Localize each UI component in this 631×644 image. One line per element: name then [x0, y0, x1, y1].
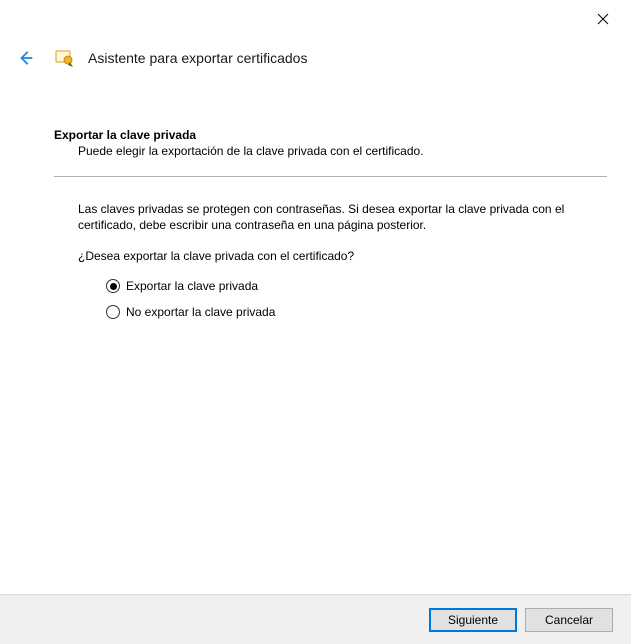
radio-group: Exportar la clave privada No exportar la… [106, 279, 607, 319]
next-button[interactable]: Siguiente [429, 608, 517, 632]
back-arrow-icon [17, 49, 35, 67]
divider [54, 176, 607, 177]
close-button[interactable] [593, 10, 613, 30]
question-text: ¿Desea exportar la clave privada con el … [78, 249, 607, 263]
wizard-title: Asistente para exportar certificados [88, 50, 307, 66]
radio-label: Exportar la clave privada [126, 279, 258, 293]
cancel-button[interactable]: Cancelar [525, 608, 613, 632]
section-heading: Exportar la clave privada [54, 128, 607, 142]
radio-no-export-private-key[interactable]: No exportar la clave privada [106, 305, 607, 319]
close-icon [597, 13, 609, 25]
radio-label: No exportar la clave privada [126, 305, 275, 319]
radio-icon [106, 305, 120, 319]
wizard-header: Asistente para exportar certificados [14, 46, 617, 70]
back-button[interactable] [14, 46, 38, 70]
radio-export-private-key[interactable]: Exportar la clave privada [106, 279, 607, 293]
section-subtext: Puede elegir la exportación de la clave … [78, 144, 607, 158]
radio-icon [106, 279, 120, 293]
wizard-content: Exportar la clave privada Puede elegir l… [54, 128, 607, 331]
wizard-footer: Siguiente Cancelar [0, 594, 631, 644]
certificate-wizard-icon [54, 47, 76, 69]
info-text: Las claves privadas se protegen con cont… [78, 201, 597, 233]
